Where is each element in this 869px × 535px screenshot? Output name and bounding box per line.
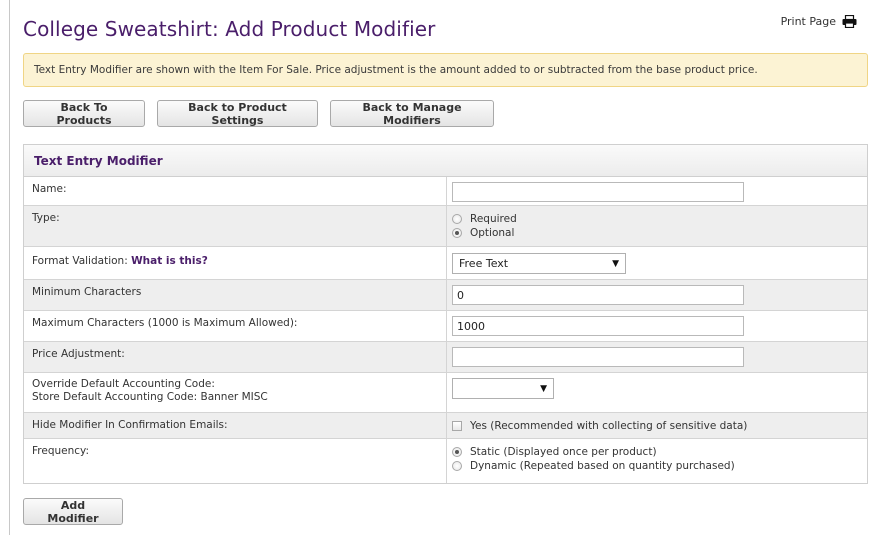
form-row-max-chars: Maximum Characters (1000 is Maximum Allo…: [24, 311, 867, 342]
frequency-label: Frequency:: [24, 439, 447, 483]
price-adjustment-input[interactable]: [452, 347, 744, 367]
frequency-dynamic-label: Dynamic (Repeated based on quantity purc…: [470, 460, 735, 472]
dropdown-arrow-icon: ▼: [612, 258, 619, 269]
accounting-label-cell: Override Default Accounting Code: Store …: [24, 373, 447, 412]
form-row-format-validation: Format Validation: What is this? Free Te…: [24, 247, 867, 280]
frequency-static-radio[interactable]: [452, 447, 462, 457]
form-row-accounting: Override Default Accounting Code: Store …: [24, 373, 867, 413]
frequency-static-label: Static (Displayed once per product): [470, 446, 657, 458]
what-is-this-link[interactable]: What is this?: [131, 255, 208, 267]
type-optional-label: Optional: [470, 227, 515, 239]
type-label: Type:: [24, 206, 447, 246]
max-chars-label: Maximum Characters (1000 is Maximum Allo…: [24, 311, 447, 341]
panel-heading: Text Entry Modifier: [24, 145, 867, 177]
price-adjustment-label: Price Adjustment:: [24, 342, 447, 372]
frequency-dynamic-option[interactable]: Dynamic (Repeated based on quantity purc…: [452, 459, 862, 473]
back-to-product-settings-button[interactable]: Back to Product Settings: [157, 100, 318, 127]
format-validation-label: Format Validation:: [32, 255, 128, 267]
name-input[interactable]: [452, 182, 744, 202]
type-required-radio[interactable]: [452, 214, 462, 224]
add-modifier-button[interactable]: Add Modifier: [23, 498, 123, 525]
dropdown-arrow-icon: ▼: [540, 383, 547, 394]
override-accounting-label: Override Default Accounting Code:: [32, 378, 215, 390]
frequency-static-option[interactable]: Static (Displayed once per product): [452, 445, 862, 459]
info-alert-text: Text Entry Modifier are shown with the I…: [34, 64, 758, 76]
max-chars-input[interactable]: [452, 316, 744, 336]
type-optional-radio[interactable]: [452, 228, 462, 238]
accounting-code-select[interactable]: ▼: [452, 378, 554, 399]
form-row-price-adjustment: Price Adjustment:: [24, 342, 867, 373]
form-row-min-chars: Minimum Characters: [24, 280, 867, 311]
back-to-products-button[interactable]: Back To Products: [23, 100, 145, 127]
store-default-accounting-label: Store Default Accounting Code: Banner MI…: [32, 391, 268, 403]
back-to-manage-modifiers-button[interactable]: Back to Manage Modifiers: [330, 100, 494, 127]
hide-modifier-label: Hide Modifier In Confirmation Emails:: [24, 413, 447, 438]
type-optional-option[interactable]: Optional: [452, 226, 862, 240]
printer-icon: [842, 15, 857, 28]
hide-modifier-checkbox-label: Yes (Recommended with collecting of sens…: [470, 420, 748, 432]
form-row-type: Type: Required Optional: [24, 206, 867, 247]
hide-modifier-checkbox[interactable]: [452, 421, 462, 431]
modifier-form-panel: Text Entry Modifier Name: Type: Required…: [23, 144, 868, 484]
type-required-option[interactable]: Required: [452, 212, 862, 226]
print-page-link[interactable]: Print Page: [781, 15, 857, 28]
format-validation-label-cell: Format Validation: What is this?: [24, 247, 447, 279]
print-page-label: Print Page: [780, 15, 836, 28]
form-row-frequency: Frequency: Static (Displayed once per pr…: [24, 439, 867, 483]
info-alert: Text Entry Modifier are shown with the I…: [23, 53, 868, 87]
format-validation-select[interactable]: Free Text ▼: [452, 253, 626, 274]
name-label: Name:: [24, 177, 447, 205]
form-row-hide-modifier: Hide Modifier In Confirmation Emails: Ye…: [24, 413, 867, 439]
hide-modifier-option[interactable]: Yes (Recommended with collecting of sens…: [452, 419, 862, 433]
form-row-name: Name:: [24, 177, 867, 206]
page-title: College Sweatshirt: Add Product Modifier: [23, 17, 436, 41]
min-chars-input[interactable]: [452, 285, 744, 305]
frequency-dynamic-radio[interactable]: [452, 461, 462, 471]
min-chars-label: Minimum Characters: [24, 280, 447, 310]
type-required-label: Required: [470, 213, 517, 225]
left-border: [9, 0, 10, 535]
format-validation-value: Free Text: [459, 257, 509, 270]
